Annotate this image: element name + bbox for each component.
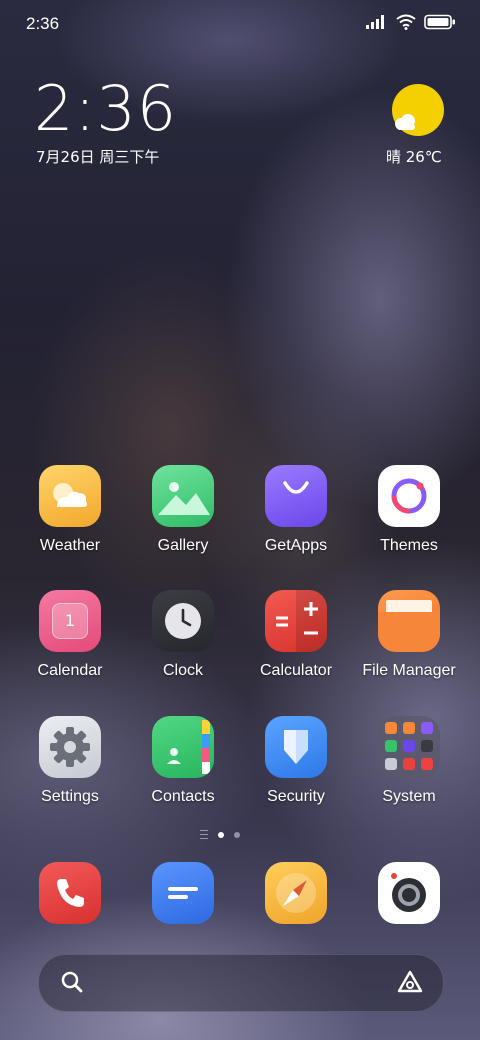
app-contacts[interactable]: Contacts (127, 716, 239, 806)
app-settings[interactable]: Settings (14, 716, 126, 806)
clock-widget-date: 7月26日 周三下午 (36, 148, 160, 166)
clock-widget-time[interactable]: 2:36 (34, 72, 177, 145)
camera-icon[interactable] (378, 862, 440, 924)
battery-icon (424, 14, 455, 30)
app-label: System (382, 788, 436, 805)
app-label: Contacts (151, 788, 215, 805)
search-icon[interactable] (60, 970, 84, 994)
app-calendar[interactable]: 1 Calendar (14, 590, 126, 680)
app-themes[interactable]: Themes (353, 465, 465, 555)
app-label: Calculator (259, 662, 333, 679)
app-label: GetApps (264, 537, 328, 554)
page-list-icon[interactable] (200, 830, 208, 839)
app-label: Weather (39, 537, 101, 554)
app-label: File Manager (362, 662, 456, 679)
clock-icon (152, 590, 214, 652)
security-icon (265, 716, 327, 778)
page-dot[interactable] (234, 831, 240, 838)
app-label: Clock (162, 662, 203, 679)
cloud-icon (395, 114, 415, 130)
app-calculator[interactable]: Calculator (240, 590, 352, 680)
app-label: Themes (380, 537, 438, 554)
weather-widget-text: 晴 26℃ (386, 148, 442, 166)
app-security[interactable]: Security (240, 716, 352, 806)
status-time: 2:36 (26, 14, 60, 33)
phone-icon[interactable] (39, 862, 101, 924)
status-icons (366, 14, 456, 30)
calendar-icon: 1 (39, 590, 101, 652)
getapps-icon (265, 465, 327, 527)
search-bar[interactable] (38, 954, 444, 1012)
page-indicator (200, 830, 240, 839)
app-clock[interactable]: Clock (127, 590, 239, 680)
app-label: Security (267, 788, 325, 805)
app-label: Gallery (157, 537, 209, 554)
gallery-icon (152, 465, 214, 527)
messages-icon[interactable] (152, 862, 214, 924)
app-gallery[interactable]: Gallery (127, 465, 239, 555)
file-manager-icon (378, 590, 440, 652)
signal-icon (366, 15, 384, 29)
app-label: Settings (41, 788, 99, 805)
calendar-badge: 1 (52, 603, 88, 639)
app-getapps[interactable]: GetApps (240, 465, 352, 555)
app-folder-system[interactable]: System (353, 716, 465, 806)
app-label: Calendar (37, 662, 103, 679)
settings-icon (39, 716, 101, 778)
app-weather[interactable]: Weather (14, 465, 126, 555)
assistant-icon[interactable] (396, 969, 424, 995)
weather-icon (39, 465, 101, 527)
browser-icon[interactable] (265, 862, 327, 924)
calculator-icon (265, 590, 327, 652)
folder-icon (378, 716, 440, 778)
page-dot-active[interactable] (218, 831, 224, 838)
app-file-manager[interactable]: File Manager (353, 590, 465, 680)
themes-icon (378, 465, 440, 527)
contacts-icon (152, 716, 214, 778)
wifi-icon (396, 14, 416, 30)
